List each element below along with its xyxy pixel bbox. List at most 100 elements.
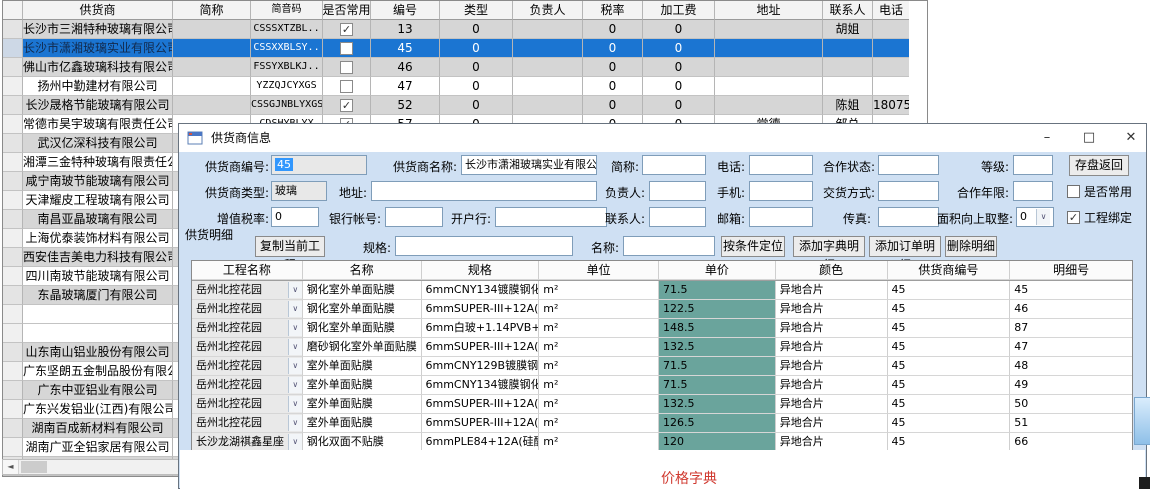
chevron-down-icon[interactable]: ∨ [288, 339, 302, 355]
supplier-type-label: 供货商类型: [183, 183, 269, 203]
project-combo-cell[interactable]: ∨岳州北控花园 [192, 414, 303, 433]
detail-row[interactable]: ∨岳州北控花园钢化室外单面贴膜6mmCNY134镀膜钢化m²71.5异地合片45… [192, 281, 1132, 300]
unchecked-checkbox-icon[interactable] [340, 42, 353, 55]
column-header[interactable]: 简音码 [251, 1, 323, 20]
detail-row[interactable]: ∨岳州北控花园钢化室外单面贴膜6mm白玻+1.14PVB+6mm...m²148… [192, 319, 1132, 338]
grid-column-header[interactable]: 单价 [659, 261, 776, 280]
save-return-button[interactable]: 存盘返回 [1069, 155, 1129, 176]
grid-column-header[interactable]: 单位 [539, 261, 659, 280]
project-combo-cell[interactable]: ∨岳州北控花园 [192, 357, 303, 376]
bank-account-field[interactable] [385, 207, 443, 227]
checkbox-icon[interactable]: ✓ [1067, 211, 1080, 224]
chevron-down-icon[interactable]: ∨ [1036, 209, 1050, 225]
detail-row[interactable]: ∨岳州北控花园室外单面贴膜6mmSUPER-III+12A(硅...m²126.… [192, 414, 1132, 433]
grade-field[interactable] [1013, 155, 1053, 175]
chevron-down-icon[interactable]: ∨ [288, 358, 302, 374]
close-button[interactable]: ✕ [1115, 124, 1147, 152]
column-header[interactable]: 电话 [873, 1, 909, 20]
supplier-name-field[interactable]: 长沙市潇湘玻璃实业有限公司 [461, 155, 597, 175]
supplier-row[interactable]: 长沙市三湘特种玻璃有限公司CSSSXTZBL..✓13000胡姐 [3, 20, 927, 39]
delete-detail-button[interactable]: 删除明细 [945, 236, 997, 257]
common-use-checkbox[interactable]: 是否常用 [1067, 181, 1132, 201]
name-filter-field[interactable] [623, 236, 715, 256]
checkbox-icon[interactable] [1067, 185, 1080, 198]
checked-checkbox-icon[interactable]: ✓ [340, 99, 353, 112]
project-combo-cell[interactable]: ∨岳州北控花园 [192, 300, 303, 319]
supplier-row[interactable]: 长沙市潇湘玻璃实业有限公司CSSXXBLSY..45000 [3, 39, 927, 58]
column-header[interactable]: 类型 [440, 1, 513, 20]
column-header[interactable]: 是否常用 [323, 1, 371, 20]
column-header[interactable]: 负责人 [513, 1, 583, 20]
detail-row[interactable]: ∨岳州北控花园磨砂钢化室外单面贴膜6mmSUPER-III+12A(硅...m²… [192, 338, 1132, 357]
spec-filter-field[interactable] [395, 236, 573, 256]
checked-checkbox-icon[interactable]: ✓ [340, 23, 353, 36]
chevron-down-icon[interactable]: ∨ [288, 415, 302, 431]
supplier-row[interactable]: 扬州中勤建材有限公司YZZQJCYXGS47000 [3, 77, 927, 96]
grid-column-header[interactable]: 颜色 [776, 261, 888, 280]
scrollbar-thumb[interactable] [21, 461, 47, 473]
phone-field[interactable] [749, 155, 813, 175]
grid-column-header[interactable]: 名称 [303, 261, 422, 280]
detail-row[interactable]: ∨岳州北控花园室外单面贴膜6mmSUPER-III+12A(硅...m²132.… [192, 395, 1132, 414]
unchecked-checkbox-icon[interactable] [340, 61, 353, 74]
detail-row[interactable]: ∨岳州北控花园室外单面贴膜6mmCNY129B镀膜钢化m²71.5异地合片454… [192, 357, 1132, 376]
project-bind-checkbox[interactable]: ✓ 工程绑定 [1067, 207, 1132, 227]
round-up-combo[interactable]: 0∨ [1016, 207, 1054, 227]
column-header[interactable]: 地址 [715, 1, 823, 20]
address-label: 地址: [329, 183, 367, 203]
email-field[interactable] [749, 207, 813, 227]
detail-row[interactable]: ∨岳州北控花园室外单面贴膜6mmCNY134镀膜钢化m²71.5异地合片4549 [192, 376, 1132, 395]
project-combo-cell[interactable]: ∨岳州北控花园 [192, 338, 303, 357]
column-header[interactable]: 编号 [371, 1, 440, 20]
dialog-titlebar[interactable]: 供货商信息 – □ ✕ [179, 124, 1146, 152]
mobile-field[interactable] [749, 181, 813, 201]
delivery-field[interactable] [878, 181, 939, 201]
code-cell: CSSGJNBLYXGS [251, 96, 323, 115]
grid-column-header[interactable]: 规格 [422, 261, 540, 280]
minimize-button[interactable]: – [1031, 124, 1063, 152]
project-combo-cell[interactable]: ∨岳州北控花园 [192, 376, 303, 395]
chevron-down-icon[interactable]: ∨ [288, 301, 302, 317]
column-header[interactable]: 联系人 [823, 1, 873, 20]
chevron-down-icon[interactable]: ∨ [288, 434, 302, 450]
locate-button[interactable]: 按条件定位 [721, 236, 785, 257]
project-combo-cell[interactable]: ∨岳州北控花园 [192, 281, 303, 300]
scroll-left-icon[interactable]: ◄ [3, 460, 19, 474]
add-dict-detail-button[interactable]: 添加字典明细 [793, 236, 865, 257]
chevron-down-icon[interactable]: ∨ [288, 377, 302, 393]
supplier-row[interactable]: 佛山市亿鑫玻璃科技有限公司FSSYXBLKJ..46000 [3, 58, 927, 77]
column-header[interactable]: 税率 [583, 1, 643, 20]
grid-column-header[interactable]: 明细号 [1010, 261, 1132, 280]
horizontal-scrollbar[interactable]: ◄ [2, 459, 186, 475]
fax-field[interactable] [878, 207, 939, 227]
supplier-type-field[interactable]: 玻璃 [271, 181, 327, 201]
unchecked-checkbox-icon[interactable] [340, 80, 353, 93]
column-header[interactable]: 加工费 [643, 1, 715, 20]
column-header[interactable]: 供货商 [23, 1, 173, 20]
supplier-cell: 四川南玻节能玻璃有限公司 [23, 267, 173, 286]
address-field[interactable] [371, 181, 597, 201]
vat-field[interactable]: 0 [271, 207, 319, 227]
contact-cell: 胡姐 [823, 20, 873, 39]
grid-column-header[interactable]: 供货商编号 [888, 261, 1011, 280]
coop-years-field[interactable] [1013, 181, 1053, 201]
copy-project-button[interactable]: 复制当前工程 [255, 236, 325, 257]
contact-field[interactable] [649, 207, 706, 227]
supplier-row[interactable]: 长沙晟格节能玻璃有限公司CSSGJNBLYXGS✓52000陈姐180751 [3, 96, 927, 115]
add-order-detail-button[interactable]: 添加订单明细 [869, 236, 941, 257]
chevron-down-icon[interactable]: ∨ [288, 282, 302, 298]
project-combo-cell[interactable]: ∨岳州北控花园 [192, 319, 303, 338]
maximize-button[interactable]: □ [1073, 124, 1105, 152]
chevron-down-icon[interactable]: ∨ [288, 396, 302, 412]
coop-status-field[interactable] [878, 155, 939, 175]
grid-column-header[interactable]: 工程名称 [192, 261, 303, 280]
detail-row[interactable]: ∨岳州北控花园钢化室外单面贴膜6mmSUPER-III+12A(硅...m²12… [192, 300, 1132, 319]
abbr-field[interactable] [642, 155, 706, 175]
supplier-no-field[interactable]: 45 [271, 155, 367, 175]
phone-cell [873, 39, 909, 58]
manager-field[interactable] [649, 181, 706, 201]
column-header[interactable]: 简称 [173, 1, 251, 20]
project-combo-cell[interactable]: ∨岳州北控花园 [192, 395, 303, 414]
chevron-down-icon[interactable]: ∨ [288, 320, 302, 336]
bank-field[interactable] [495, 207, 607, 227]
